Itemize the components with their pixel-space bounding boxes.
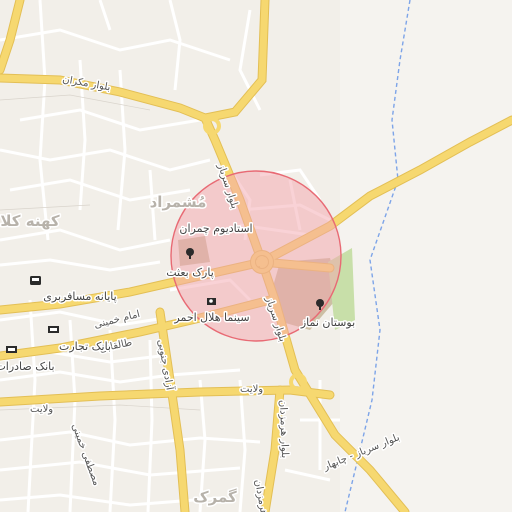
stadium-poi[interactable]: استادیوم چمران [178, 221, 254, 237]
road-label-hormozdan: بلوار هرمزدان [277, 400, 290, 459]
map-canvas[interactable]: مُشمراد کهنه کلا گمرک بلوار مکران بلوار … [0, 0, 512, 512]
road-label-velayat: ولایت [30, 404, 53, 415]
bank-icon-inner [8, 348, 15, 351]
hood-kohneh-label: کهنه کلا [0, 212, 59, 230]
terminal-label: پایانه مسافربری [43, 290, 116, 303]
park-beasat-label: پارک بعثت [166, 266, 214, 279]
tree-icon-trunk [319, 305, 321, 310]
bank-tejarat-label: بانک تجارت [59, 340, 111, 353]
camera-icon-lens [209, 299, 213, 303]
hood-marad-label: مُشمراد [150, 193, 207, 211]
stadium-label: استادیوم چمران [179, 222, 252, 235]
bus-icon-window [32, 278, 39, 281]
open-area [340, 0, 512, 512]
map-view[interactable]: مُشمراد کهنه کلا گمرک بلوار مکران بلوار … [0, 0, 512, 512]
park-namaz-label: بوستان نماز [300, 316, 355, 329]
hood-gomrok-label: گمرک [193, 488, 237, 506]
cinema-label: سینما هلال احمر [173, 311, 249, 324]
tree-icon-trunk [189, 254, 191, 259]
bank-saderat-label: بانک صادرات [0, 360, 55, 373]
bank-icon-inner [50, 328, 57, 331]
road-label-velayat-2: ولایت [240, 384, 263, 395]
